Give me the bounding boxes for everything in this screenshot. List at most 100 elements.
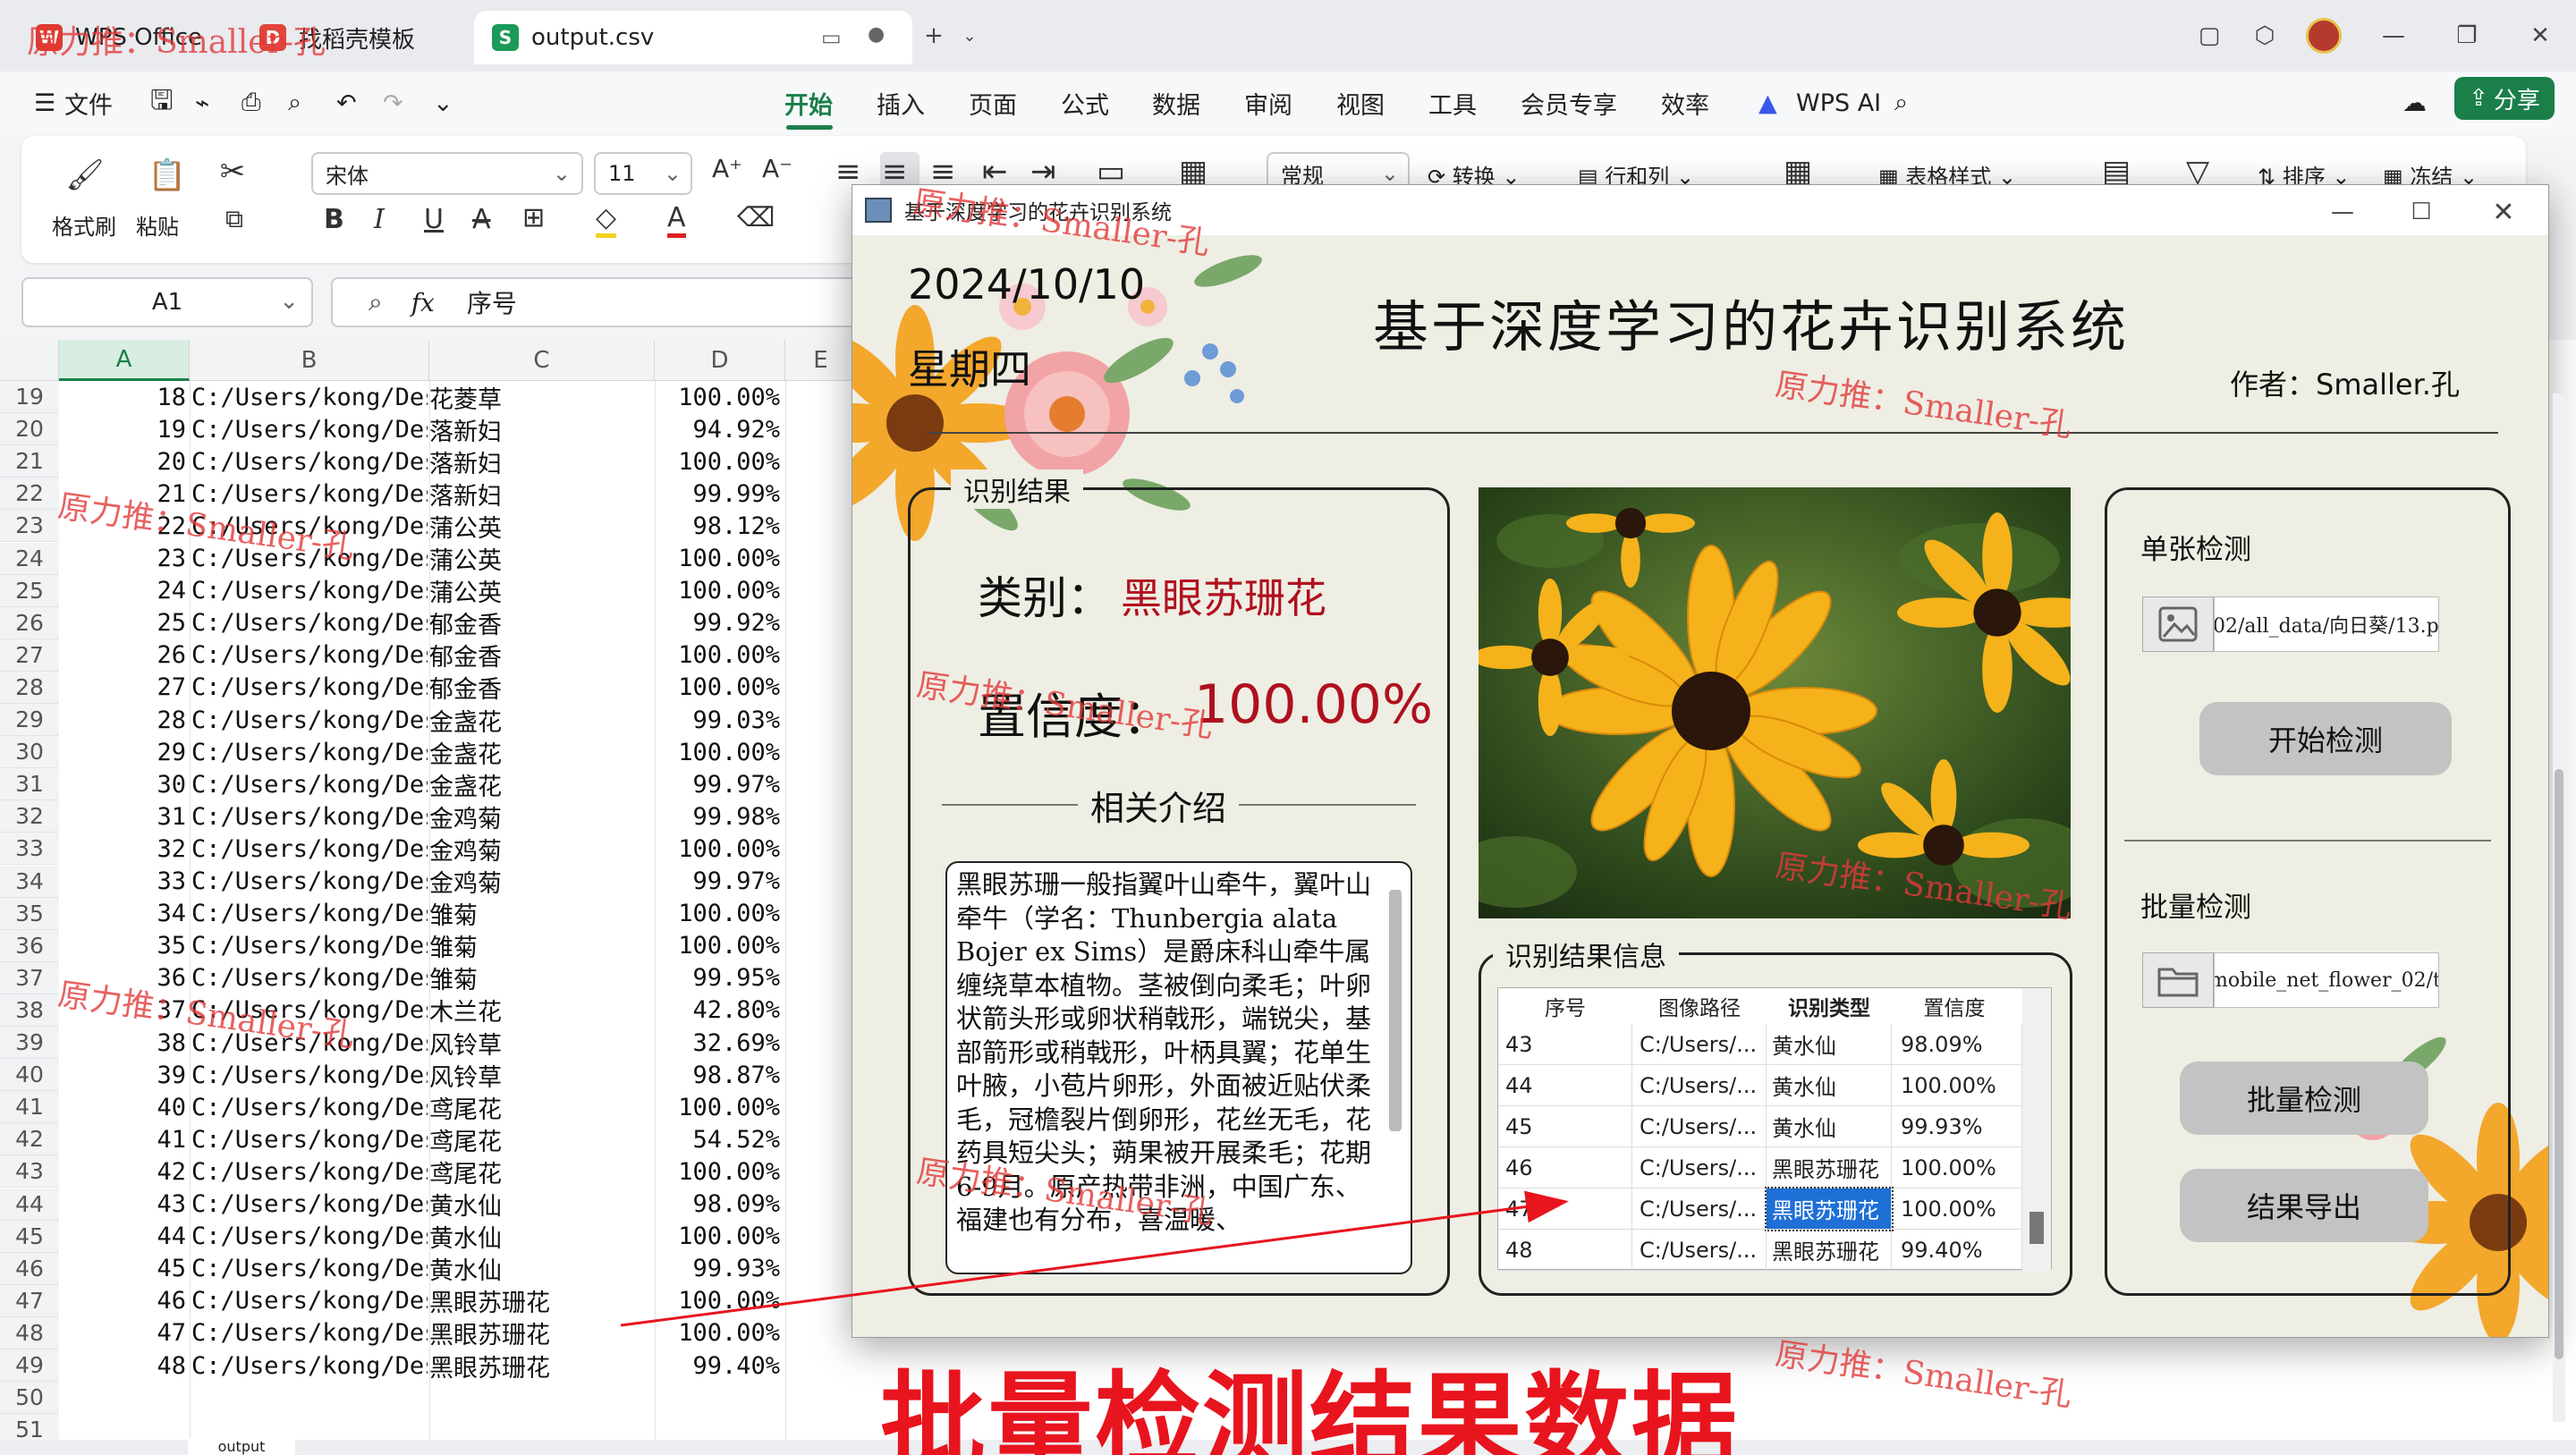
row-number[interactable]: 46 [0, 1252, 59, 1285]
clear-icon[interactable]: ⌫ [737, 202, 775, 233]
cell-confidence[interactable]: 100.00% [655, 672, 784, 704]
batch-path-field[interactable]: mobile_net_flower_02/test [2214, 952, 2439, 1008]
table-row[interactable]: 46 C:/Users/... 黑眼苏珊花 100.00% [1498, 1147, 2022, 1189]
cell-confidence[interactable]: 99.40% [655, 1349, 784, 1382]
vertical-scroll-thumb[interactable] [2555, 769, 2563, 1359]
cell-type[interactable]: 鸢尾花 [429, 1091, 653, 1124]
cell-path[interactable] [191, 1382, 428, 1414]
cell-index[interactable]: 30 [59, 768, 190, 800]
cell-confidence[interactable]: 99.95% [655, 962, 784, 994]
menu-home[interactable]: 开始 [784, 82, 833, 123]
menu-formula[interactable]: 公式 [1061, 82, 1109, 123]
cell-confidence[interactable]: 42.80% [655, 994, 784, 1027]
cell-confidence[interactable]: 100.00% [655, 1285, 784, 1317]
image-file-button[interactable] [2142, 596, 2214, 652]
cell-type[interactable]: 黑眼苏珊花 [429, 1349, 653, 1383]
cell-confidence[interactable]: 54.52% [655, 1123, 784, 1155]
cell-path[interactable]: C:/Users/kong/Desl [191, 833, 428, 865]
td-type[interactable]: 黄水仙 [1767, 1106, 1892, 1147]
cube-icon[interactable]: ⬡ [2247, 18, 2283, 54]
italic-icon[interactable]: I [374, 204, 385, 235]
column-header-c[interactable]: C [429, 340, 655, 381]
cell-path[interactable]: C:/Users/kong/Desl [191, 1091, 428, 1123]
cell-confidence[interactable]: 100.00% [655, 543, 784, 575]
row-number[interactable]: 38 [0, 994, 59, 1027]
cell-path[interactable]: C:/Users/kong/Desl [191, 1221, 428, 1253]
cell-index[interactable]: 47 [59, 1317, 190, 1349]
column-header-a[interactable]: A [59, 340, 190, 381]
search-icon[interactable]: ⌕ [1894, 82, 1908, 123]
cell-type[interactable]: 雏菊 [429, 898, 653, 930]
cell-path[interactable]: C:/Users/kong/Desl [191, 607, 428, 639]
cell-path[interactable]: C:/Users/kong/Desl [191, 736, 428, 768]
td-confidence[interactable]: 100.00% [1892, 1189, 2022, 1230]
sheet-tab-output[interactable]: output [188, 1438, 295, 1455]
row-number[interactable]: 26 [0, 606, 59, 639]
table-scroll-thumb[interactable] [2029, 1212, 2044, 1244]
row-number[interactable]: 37 [0, 961, 59, 994]
td-type[interactable]: 黑眼苏珊花 [1767, 1230, 1892, 1271]
increase-font-icon[interactable]: A⁺ [712, 154, 742, 183]
results-table[interactable]: 序号 图像路径 识别类型 置信度 43 C:/Users/... 黄水仙 98.09%… [1497, 987, 2052, 1271]
menu-file[interactable]: 文件 [64, 82, 113, 123]
save-icon[interactable]: 🖫 [150, 82, 174, 123]
cell-index[interactable]: 42 [59, 1155, 190, 1188]
td-index[interactable]: 44 [1498, 1065, 1632, 1106]
cell-index[interactable]: 25 [59, 607, 190, 639]
cell-index[interactable]: 24 [59, 575, 190, 607]
single-path-field[interactable]: 02/all_data/向日葵/13.png [2214, 596, 2439, 652]
cell-index[interactable]: 48 [59, 1349, 190, 1382]
cell-confidence[interactable]: 100.00% [655, 381, 784, 413]
cell-path[interactable]: C:/Users/kong/Desl [191, 1253, 428, 1285]
cell-index[interactable]: 20 [59, 445, 190, 478]
td-path[interactable]: C:/Users/... [1632, 1189, 1767, 1230]
cell-type[interactable]: 木兰花 [429, 994, 653, 1027]
paste-icon[interactable]: 📋 [145, 157, 190, 193]
cell-confidence[interactable]: 100.00% [655, 898, 784, 930]
table-row[interactable]: 43 C:/Users/... 黄水仙 98.09% [1498, 1024, 2022, 1065]
cell-type[interactable]: 金鸡菊 [429, 866, 653, 898]
column-header-d[interactable]: D [655, 340, 785, 381]
menu-member[interactable]: 会员专享 [1521, 82, 1617, 123]
row-number[interactable]: 23 [0, 510, 59, 543]
cell-confidence[interactable]: 98.09% [655, 1189, 784, 1221]
cell-path[interactable]: C:/Users/kong/Desl [191, 768, 428, 800]
cell-type[interactable]: 黄水仙 [429, 1221, 653, 1253]
paste-label[interactable]: 粘贴 [136, 209, 179, 241]
tab-output-csv[interactable]: S output.csv ▭ ● [474, 11, 912, 64]
dot-icon[interactable]: ● [868, 23, 885, 46]
font-color-icon[interactable]: A [667, 202, 686, 238]
cell-index[interactable]: 45 [59, 1253, 190, 1285]
cell-confidence[interactable]: 99.03% [655, 704, 784, 736]
export-results-button[interactable]: 结果导出 [2180, 1169, 2428, 1242]
underline-icon[interactable]: U [424, 204, 444, 235]
cell-index[interactable]: 38 [59, 1027, 190, 1059]
td-type[interactable]: 黄水仙 [1767, 1065, 1892, 1106]
copy-icon[interactable]: ⧉ [215, 204, 254, 234]
cell-type[interactable]: 雏菊 [429, 962, 653, 994]
cell-path[interactable]: C:/Users/kong/Desl [191, 898, 428, 930]
menu-data[interactable]: 数据 [1152, 82, 1200, 123]
cell-index[interactable]: 43 [59, 1189, 190, 1221]
menu-view[interactable]: 视图 [1336, 82, 1385, 123]
format-painter-label[interactable]: 格式刷 [52, 209, 116, 241]
cell-path[interactable]: C:/Users/kong/Desl [191, 930, 428, 962]
cell-type[interactable]: 花菱草 [429, 381, 653, 414]
cell-index[interactable]: 32 [59, 833, 190, 865]
cell-type[interactable] [429, 1382, 653, 1414]
td-confidence[interactable]: 100.00% [1892, 1147, 2022, 1189]
menu-review[interactable]: 审阅 [1244, 82, 1292, 123]
td-index[interactable]: 47 [1498, 1189, 1632, 1230]
cell-confidence[interactable]: 100.00% [655, 1155, 784, 1188]
more-chevron-icon[interactable]: ⌄ [433, 82, 453, 123]
cell-path[interactable]: C:/Users/kong/Desl [191, 1059, 428, 1091]
cell-confidence[interactable]: 100.00% [655, 1091, 784, 1123]
cell-type[interactable]: 金盏花 [429, 704, 653, 737]
hamburger-icon[interactable]: ☰ [34, 82, 55, 123]
row-number[interactable]: 32 [0, 800, 59, 833]
cut-icon[interactable]: ✂ [213, 154, 252, 190]
cell-index[interactable]: 23 [59, 543, 190, 575]
cell-confidence[interactable]: 99.93% [655, 1253, 784, 1285]
cell-index[interactable]: 26 [59, 639, 190, 672]
cell-confidence[interactable]: 100.00% [655, 930, 784, 962]
